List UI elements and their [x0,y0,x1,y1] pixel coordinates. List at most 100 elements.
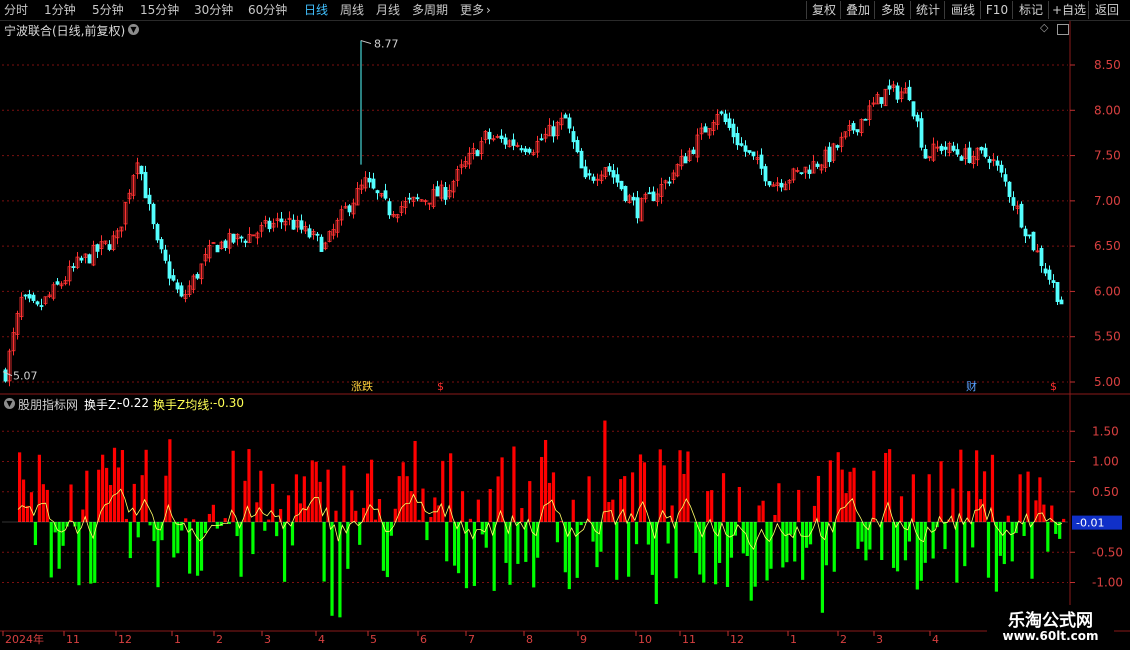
turnover-bar [25,505,30,522]
turnover-bar [140,475,144,522]
turnover-bar [686,451,690,522]
candle-body [703,126,708,133]
turnover-bar [453,522,457,566]
candle-body [239,236,244,239]
candle-body [215,244,220,253]
turnover-bar [211,504,215,522]
turnover-bar [105,467,109,522]
turnover-bar [1046,522,1050,552]
turnover-bar [595,522,599,568]
chart-canvas[interactable]: 8.50 8.00 7.50 7.00 6.50 6.00 5.50 5.00 1.50 1.00… [0,0,1130,650]
candle-body [475,150,480,157]
candle-body [591,176,596,181]
turnover-bar [21,479,26,522]
turnover-bar [789,522,793,535]
candle-body [27,294,32,299]
turnover-bar [777,483,781,522]
turnover-bar [615,522,619,580]
candle-body [371,178,376,189]
candle-body [87,254,92,264]
candle-body [763,166,768,182]
turnover-bar [85,470,89,522]
turnover-bar [1030,522,1034,579]
turnover-bar [184,518,188,522]
candle-body [979,146,984,151]
candle-body [527,148,532,153]
candle-body [435,186,440,197]
turnover-bar [1038,477,1042,522]
turnover-bar [468,518,473,522]
candle-body [851,123,856,131]
indicator-tick-label: 0.50 [1092,485,1119,499]
candle-body [375,190,380,194]
candle-body [779,182,784,188]
turnover-bar [571,499,575,522]
turnover-bar [919,522,923,581]
turnover-bar [334,510,338,522]
turnover-bar [891,522,896,568]
turnover-bar [1018,474,1022,522]
event-marker: $ [437,380,444,393]
turnover-bar [607,501,611,522]
turnover-bar [239,522,243,577]
candle-body [347,205,352,213]
candle-body [1023,228,1028,237]
turnover-bar [425,522,429,541]
turnover-bar [749,522,753,601]
turnover-bar [698,522,702,575]
event-marker: $ [1050,380,1057,393]
turnover-bar [575,522,579,578]
turnover-bar [1010,522,1014,562]
time-axis-label: 5 [370,633,377,646]
turnover-bar [512,446,516,522]
candle-body [747,150,752,153]
turnover-bar [943,522,947,550]
turnover-bar [286,495,291,522]
turnover-bar [710,490,714,522]
time-axis-label: 4 [318,633,325,646]
candle-body [951,145,956,151]
turnover-bar [911,474,915,522]
turnover-bar [674,522,678,579]
candle-body [159,239,164,250]
turnover-bar [223,518,227,522]
price-tick-label: 7.50 [1094,149,1121,163]
turnover-bar [872,470,876,522]
candle-body [39,305,44,307]
indicator-tick-label: -0.50 [1092,545,1123,559]
turnover-bar [488,488,492,522]
candle-body [151,203,156,225]
candle-body [983,147,988,157]
turnover-bar [797,489,801,522]
turnover-bar [37,454,41,522]
turnover-bar [259,470,263,522]
turnover-bar [1062,518,1066,522]
turnover-bar [57,522,61,569]
turnover-bar [33,522,38,546]
turnover-bar [460,491,465,522]
candle-body [587,173,592,176]
candle-body [943,146,948,150]
turnover-bar [741,522,745,554]
turnover-bar [318,481,322,522]
turnover-bar [124,518,128,522]
candle-body [723,113,728,122]
turnover-bar [148,522,152,526]
low-price-label: 5.07 [13,370,38,383]
indicator-tick-label: -1.00 [1092,576,1123,590]
candle-body [751,151,756,157]
turnover-bar [128,522,132,559]
candle-body [519,148,524,151]
turnover-bar [373,519,378,522]
candle-body [827,146,832,163]
candle-body [987,158,992,163]
turnover-bar [18,452,22,522]
turnover-bar [963,522,967,567]
turnover-bar [986,522,991,578]
turnover-bar [682,473,686,522]
turnover-bar [132,483,136,522]
candle-body [579,150,584,169]
candle-body [279,218,284,223]
candle-body [767,181,772,186]
turnover-bar [251,522,255,555]
